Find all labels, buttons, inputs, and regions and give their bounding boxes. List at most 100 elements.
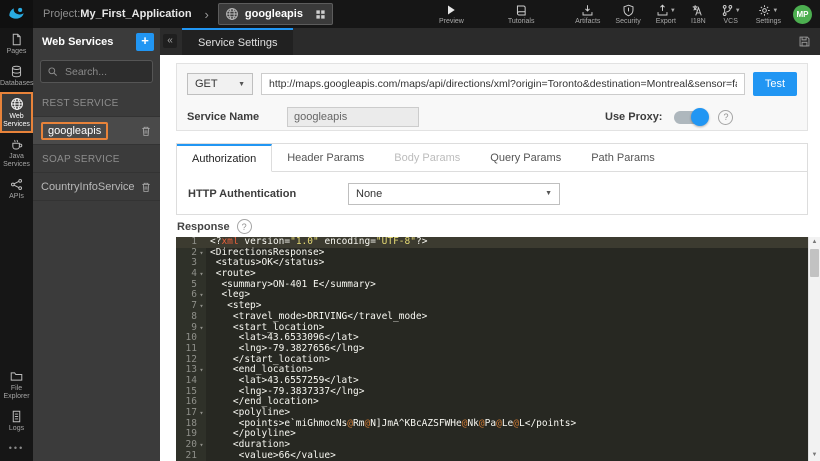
fold-arrow-icon[interactable]: ▾ [197,323,206,334]
sidebar-item-databases[interactable]: Databases [0,60,33,92]
open-service-tab[interactable]: googleapis [217,3,333,25]
service-name-label: Service Name [187,111,260,123]
save-icon[interactable] [798,35,811,48]
chevron-down-icon: ▼ [545,190,552,197]
grid-icon[interactable] [315,9,326,20]
shield-icon [622,4,635,17]
code-text: <value>66</value> [210,449,336,461]
http-authentication-select[interactable]: None ▼ [348,182,560,205]
delete-service-icon[interactable] [140,181,152,193]
vcs-branch-icon [721,4,734,17]
scroll-down-icon[interactable]: ▼ [809,450,820,461]
vcs-button[interactable]: ▼ VCS [721,4,741,25]
toggle-knob [691,107,710,126]
fold-arrow-icon[interactable]: ▾ [197,365,206,376]
coffee-icon [10,138,23,151]
database-icon [10,65,23,78]
vcs-label: VCS [723,17,738,25]
sidebar-item-apis[interactable]: APIs [0,173,33,205]
globe-icon [225,7,239,21]
panel-title: Web Services [42,36,114,48]
sidebar-item-java-services[interactable]: Java Services [0,133,33,173]
test-button[interactable]: Test [753,72,797,96]
preview-label: Preview [438,17,464,25]
folder-icon [10,370,23,383]
tab-query-params[interactable]: Query Params [475,144,576,171]
code-line: 6 ▾ <leg> [176,290,810,302]
export-label: Export [655,17,676,25]
service-item-googleapis[interactable]: googleapis [33,116,160,145]
scroll-up-icon[interactable]: ▲ [809,237,820,248]
sidebar-item-file-explorer[interactable]: File Explorer [0,365,33,405]
gear-icon [758,4,771,17]
service-name-input[interactable] [287,107,419,127]
sidebar-item-logs[interactable]: Logs [0,405,33,437]
response-code-editor[interactable]: 1 <?xml version="1.0" encoding="UTF-8"?> 2… [176,237,810,461]
sidebar-item-web-services[interactable]: Web Services [0,92,33,133]
breadcrumb: Project:My_First_Application [43,8,192,20]
artifacts-button[interactable]: Artifacts [575,4,600,25]
security-label: Security [615,17,641,25]
chevron-down-icon: ▼ [772,7,779,14]
fold-arrow-icon[interactable]: ▾ [197,301,206,312]
i18n-button[interactable]: I18N [691,4,706,25]
security-button[interactable]: Security [615,4,641,25]
wavemaker-logo-icon [7,5,26,24]
section-header-soap-service: SOAP SERVICE [42,154,120,165]
sidebar-item-pages[interactable]: Pages [0,28,33,60]
sidebar-item-label: Java Services [3,153,30,168]
tutorials-label: Tutorials [507,17,535,25]
wavemaker-logo[interactable] [0,0,33,28]
use-proxy-label: Use Proxy: [605,111,663,123]
code-text: <lng>-79.3827656</lng> [210,342,365,354]
use-proxy-toggle[interactable] [674,107,710,126]
sidebar-item-label: Logs [8,425,25,432]
line-number: 11 [185,342,197,354]
i18n-label: I18N [690,17,706,25]
collapse-panel-button[interactable]: « [163,34,177,48]
search-icon [47,66,58,77]
service-settings-content: GET ▼ Test Service Name Use Proxy: ? Aut… [160,55,820,461]
tutorials-button[interactable]: Tutorials [507,4,535,25]
scrollbar-thumb[interactable] [810,249,819,277]
request-url-input[interactable] [261,73,745,95]
user-avatar[interactable]: MP [793,4,812,24]
fold-arrow-icon[interactable]: ▾ [197,269,206,280]
i18n-language-icon [691,4,705,17]
service-item-countryinfoservice[interactable]: CountryInfoService [33,172,160,201]
line-number-gutter: 21 [176,450,206,461]
more-options-icon[interactable]: ••• [0,437,33,461]
fold-arrow-icon[interactable]: ▾ [197,248,206,259]
export-button[interactable]: ▼ Export [656,4,676,25]
delete-service-icon[interactable] [140,125,152,137]
add-service-button[interactable]: + [136,33,154,51]
tab-path-params[interactable]: Path Params [576,144,670,171]
web-services-panel: Web Services + REST SERVICE googleapis SOA… [33,28,160,461]
settings-label: Settings [755,17,781,25]
service-search[interactable] [40,60,153,83]
search-input[interactable] [63,64,152,79]
tab-service-settings[interactable]: Service Settings [182,28,294,55]
left-rail: Pages Databases Web Services Java Services A… [0,28,33,461]
http-method-select[interactable]: GET ▼ [187,73,253,95]
settings-button[interactable]: ▼ Settings [756,4,781,25]
response-scrollbar[interactable]: ▲ ▼ [808,237,820,461]
code-line: 5 <summary>ON-401 E</summary> [176,279,810,291]
logs-icon [10,410,23,423]
tab-authorization[interactable]: Authorization [177,144,273,172]
response-help-icon[interactable]: ? [236,219,252,234]
preview-button[interactable]: Preview [439,4,464,25]
rail-spacer [0,205,33,365]
tab-header-params[interactable]: Header Params [272,144,379,171]
proxy-help-icon[interactable]: ? [718,109,734,125]
fold-arrow-icon[interactable]: ▾ [197,408,206,419]
api-icon [10,178,23,191]
fold-arrow-icon[interactable]: ▾ [197,440,206,451]
code-line: 11 <lng>-79.3827656</lng> [176,342,810,355]
fold-arrow-icon[interactable]: ▾ [197,290,206,301]
http-authentication-value: None [356,187,383,200]
